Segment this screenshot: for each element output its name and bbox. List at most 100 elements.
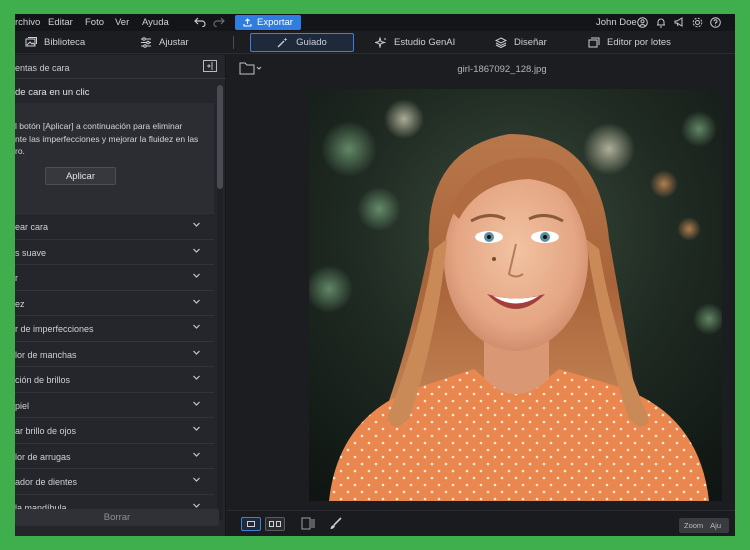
menu-ver[interactable]: Ver (115, 17, 129, 28)
tool-accordion-row[interactable]: r de imperfecciones (15, 315, 214, 341)
filmstrip-icon[interactable] (301, 517, 315, 535)
tool-accordion-row[interactable]: ador de dientes (15, 468, 214, 494)
bell-icon[interactable] (654, 15, 668, 29)
menu-editar[interactable]: Editar (48, 17, 73, 28)
description-line: nte las imperfecciones y mejorar la flui… (15, 133, 199, 144)
user-name[interactable]: John Doe (596, 17, 637, 28)
magic-wand-icon (277, 37, 288, 48)
tool-accordion-row[interactable]: piel (15, 391, 214, 418)
chevron-down-icon (192, 297, 201, 308)
tool-label: ción de brillos (15, 375, 71, 385)
apply-button[interactable]: Aplicar (45, 167, 116, 185)
chevron-down-icon (192, 271, 201, 282)
redo-icon[interactable] (212, 15, 226, 29)
module-tab-bar: Biblioteca Ajustar Guiado Estudio GenAI … (15, 31, 735, 54)
split-view-icon (269, 521, 274, 527)
tab-label: Guiado (296, 37, 327, 48)
tool-accordion-row[interactable]: ez (15, 289, 214, 316)
oneclick-description: l botón [Aplicar] a continuación para el… (15, 120, 207, 158)
chevron-down-icon (192, 246, 201, 257)
split-view-button[interactable] (265, 517, 285, 531)
chevron-down-icon (192, 322, 201, 333)
reset-button[interactable]: Borrar (15, 509, 219, 526)
tool-label: piel (15, 400, 30, 411)
menu-archivo[interactable]: rchivo (15, 17, 40, 28)
oneclick-section-title[interactable]: de cara en un clic (15, 79, 214, 103)
scrollbar-thumb[interactable] (217, 85, 223, 189)
tab-biblioteca[interactable]: Biblioteca (25, 33, 85, 52)
collapse-panel-icon[interactable] (203, 60, 217, 74)
tool-accordion-row[interactable]: ción de brillos (15, 366, 214, 392)
tool-accordion-row[interactable]: s suave (15, 238, 214, 265)
tab-label: Diseñar (514, 37, 547, 48)
tool-label: r (15, 273, 18, 283)
sparkle-icon (375, 37, 387, 48)
file-name: girl-1867092_128.jpg (457, 64, 547, 75)
app-window: rchivo Editar Foto Ver Ayuda Exportar Jo… (15, 14, 735, 536)
folder-icon (239, 62, 262, 75)
export-label: Exportar (257, 17, 293, 28)
tool-label: lor de manchas (15, 349, 77, 360)
tool-label: lor de arrugas (15, 451, 71, 462)
chevron-down-icon (192, 450, 201, 461)
megaphone-icon[interactable] (672, 15, 686, 29)
split-view-icon-right (276, 521, 281, 527)
oneclick-section: l botón [Aplicar] a continuación para el… (15, 103, 214, 213)
folder-dropdown[interactable] (239, 61, 263, 80)
tool-accordion-row[interactable]: ar brillo de ojos (15, 417, 214, 443)
tool-label: ador de dientes (15, 477, 78, 487)
tool-accordion-row[interactable]: lor de manchas (15, 340, 214, 367)
menu-ayuda[interactable]: Ayuda (142, 17, 169, 28)
adjust-label: Aju (710, 521, 722, 530)
batch-icon (588, 37, 600, 48)
portrait-photo[interactable] (309, 89, 722, 501)
canvas-bottom-bar: Zoom Aju (227, 510, 735, 536)
canvas-area: girl-1867092_128.jpg Zoom Aju (227, 55, 735, 536)
face-tools-panel: entas de cara de cara en un clic l botón… (15, 55, 226, 536)
chevron-down-icon (192, 373, 201, 384)
tool-accordion-row[interactable]: ear cara (15, 213, 214, 239)
tab-label: Biblioteca (44, 37, 86, 48)
brush-icon[interactable] (329, 517, 343, 535)
description-line: ro. (15, 146, 25, 156)
tab-editor-por-lotes[interactable]: Editor por lotes (588, 33, 671, 52)
panel-header: entas de cara (15, 55, 226, 79)
zoom-label: Zoom (684, 521, 704, 530)
single-view-button[interactable] (241, 517, 261, 531)
menu-foto[interactable]: Foto (85, 17, 104, 28)
gear-icon[interactable] (690, 15, 704, 29)
layers-icon (495, 37, 507, 48)
tab-ajustar[interactable]: Ajustar (140, 33, 189, 52)
chevron-down-icon (192, 475, 201, 486)
export-button[interactable]: Exportar (235, 15, 301, 30)
upload-icon (243, 18, 252, 27)
tab-label: Estudio GenAI (394, 37, 456, 48)
chevron-down-icon (192, 348, 201, 359)
menu-bar: rchivo Editar Foto Ver Ayuda Exportar Jo… (15, 14, 735, 31)
tab-estudio-genai[interactable]: Estudio GenAI (375, 33, 455, 52)
tool-label: r de imperfecciones (15, 324, 94, 334)
chevron-down-icon (192, 220, 201, 231)
tab-label: Editor por lotes (607, 37, 671, 48)
tab-disenar[interactable]: Diseñar (495, 33, 547, 52)
canvas-toolbar: girl-1867092_128.jpg (227, 55, 735, 81)
sliders-icon (141, 37, 151, 48)
tool-label: ar brillo de ojos (15, 426, 77, 436)
library-icon (25, 37, 37, 47)
tool-accordion-row[interactable]: lor de arrugas (15, 442, 214, 469)
tool-accordion-row[interactable]: r (15, 264, 214, 290)
description-line: l botón [Aplicar] a continuación para el… (15, 121, 183, 131)
zoom-compare-pill[interactable]: Zoom Aju (679, 518, 729, 533)
account-icon[interactable] (635, 15, 649, 29)
undo-icon[interactable] (193, 15, 207, 29)
tab-guiado[interactable]: Guiado (250, 33, 354, 52)
tab-label: Ajustar (159, 37, 189, 48)
chevron-down-icon (192, 424, 201, 435)
help-icon[interactable] (708, 15, 722, 29)
panel-title: entas de cara (15, 63, 70, 73)
chevron-down-icon (192, 399, 201, 410)
tool-label: ear cara (15, 222, 49, 232)
tool-label: s suave (15, 247, 47, 258)
single-view-icon (247, 521, 255, 527)
tool-label: ez (15, 298, 25, 309)
